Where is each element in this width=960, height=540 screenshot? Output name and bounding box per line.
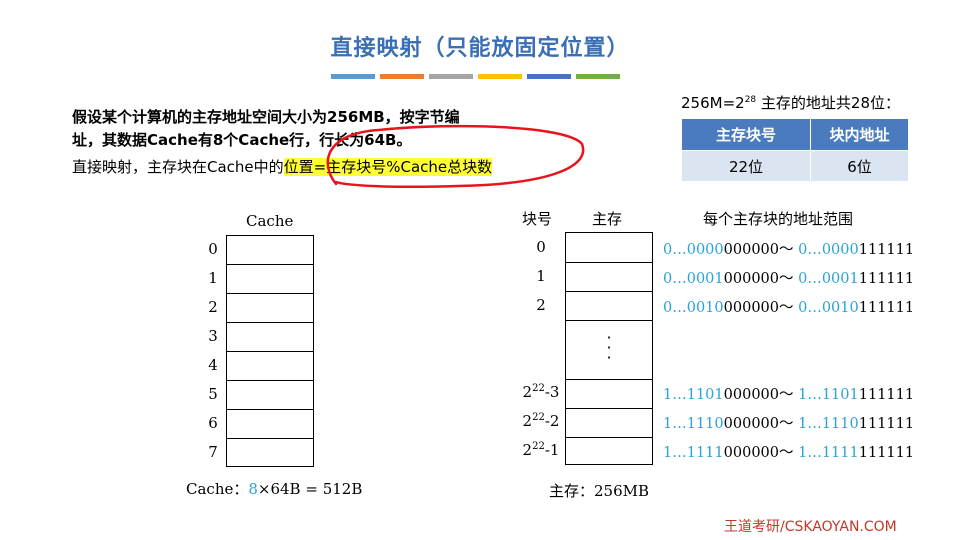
- block-number-base: 2: [536, 296, 546, 314]
- memory-block: [566, 263, 652, 292]
- range-start-tag: 0…0001: [663, 271, 724, 287]
- range-end-tag: 0…0001: [798, 271, 859, 287]
- cache-line-count: 8: [248, 480, 258, 498]
- range-start-tag: 0…0000: [663, 242, 724, 258]
- memory-block: [566, 409, 652, 438]
- mapping-rule-prefix: 直接映射，主存块在Cache中的: [72, 158, 284, 176]
- cache-line: [227, 323, 313, 352]
- range-end-offset: 111111: [858, 416, 915, 432]
- ellipsis-vertical: · · ·: [606, 328, 612, 367]
- memory-block: [566, 380, 652, 409]
- cache-row-number: 1: [208, 269, 218, 287]
- block-number-suffix: -1: [544, 441, 560, 459]
- block-number-exp: 22: [532, 383, 545, 394]
- cache-caption-prefix: Cache：: [186, 480, 249, 498]
- block-number-base: 0: [536, 238, 546, 256]
- memory-block: [566, 292, 652, 321]
- block-number: 2: [513, 296, 569, 314]
- range-end-tag: 0…0010: [798, 300, 859, 316]
- range-start-offset: 000000～: [723, 242, 799, 258]
- address-range: 0…0001000000～ 0…0001111111: [663, 267, 914, 288]
- range-end-offset: 111111: [858, 271, 915, 287]
- address-split-table: 主存块号 块内地址 22位 6位: [681, 118, 909, 182]
- cache-row-number: 3: [208, 327, 218, 345]
- cache-line: [227, 352, 313, 381]
- block-number-suffix: -2: [544, 412, 560, 430]
- block-number-bits: 22位: [681, 150, 811, 182]
- range-start-offset: 000000～: [723, 387, 799, 403]
- cache-line: [227, 294, 313, 323]
- range-start-tag: 1…1101: [663, 387, 724, 403]
- block-number-base: 2: [522, 383, 533, 401]
- memory-size-caption: 主存：256MB: [549, 482, 650, 500]
- range-end-offset: 111111: [858, 242, 915, 258]
- block-offset-bits: 6位: [810, 150, 909, 182]
- underline-segment-6: [576, 74, 620, 79]
- range-end-offset: 111111: [858, 300, 915, 316]
- cache-line: [227, 236, 313, 265]
- range-start-tag: 0…0010: [663, 300, 724, 316]
- cache-row-number: 6: [208, 414, 218, 432]
- address-bits-header: 256M=228 主存的地址共28位：: [681, 92, 900, 113]
- block-number-base: 2: [522, 441, 533, 459]
- cache-line: [227, 381, 313, 410]
- page-title: 直接映射（只能放固定位置）: [330, 36, 630, 61]
- block-number: 1: [513, 267, 569, 285]
- range-end-tag: 1…1101: [798, 387, 859, 403]
- address-range: 1…1111000000～ 1…1111111111: [663, 441, 914, 462]
- cache-caption-suffix: ×64B = 512B: [257, 480, 363, 498]
- range-start-tag: 1…1111: [663, 445, 724, 461]
- block-number: 0: [513, 238, 569, 256]
- red-circle-annotation: [326, 124, 585, 189]
- cache-label: Cache: [246, 212, 294, 230]
- range-start-tag: 1…1110: [663, 416, 724, 432]
- cache-row-number: 0: [208, 240, 218, 258]
- range-end-tag: 0…0000: [798, 242, 859, 258]
- block-number-exp: 22: [532, 441, 545, 452]
- block-number-base: 2: [522, 412, 533, 430]
- col-block-number: 主存块号: [681, 118, 811, 151]
- cache-diagram: [226, 235, 314, 467]
- cache-line: [227, 265, 313, 294]
- range-start-offset: 000000～: [723, 445, 799, 461]
- address-range: 0…0010000000～ 0…0010111111: [663, 296, 914, 317]
- cache-row-number: 5: [208, 385, 218, 403]
- brand-watermark: 王道考研/CSKAOYAN.COM: [724, 519, 897, 535]
- range-start-offset: 000000～: [723, 300, 799, 316]
- block-number-suffix: -3: [544, 383, 560, 401]
- cache-row-number: 2: [208, 298, 218, 316]
- header-block-number: 块号: [522, 210, 553, 228]
- range-end-offset: 111111: [858, 387, 915, 403]
- underline-segment-4: [478, 74, 522, 79]
- block-number: 222-3: [513, 383, 569, 401]
- cache-line: [227, 410, 313, 439]
- address-range: 1…1101000000～ 1…1101111111: [663, 383, 914, 404]
- address-header-suffix: 主存的地址共28位：: [756, 94, 900, 112]
- underline-segment-3: [429, 74, 473, 79]
- range-end-tag: 1…1110: [798, 416, 859, 432]
- header-main-memory: 主存: [592, 210, 623, 228]
- range-end-tag: 1…1111: [798, 445, 859, 461]
- range-start-offset: 000000～: [723, 271, 799, 287]
- range-start-offset: 000000～: [723, 416, 799, 432]
- memory-block: [566, 233, 652, 263]
- cache-row-number: 7: [208, 443, 218, 461]
- address-range: 1…1110000000～ 1…1110111111: [663, 412, 914, 433]
- underline-segment-1: [331, 74, 375, 79]
- col-block-offset: 块内地址: [810, 118, 909, 151]
- underline-segment-2: [380, 74, 424, 79]
- address-range: 0…0000000000～ 0…0000111111: [663, 238, 914, 259]
- block-number-exp: 22: [532, 412, 545, 423]
- block-number: 222-1: [513, 441, 569, 459]
- block-number-base: 1: [536, 267, 546, 285]
- range-end-offset: 111111: [858, 445, 915, 461]
- cache-size-caption: Cache：8×64B = 512B: [186, 478, 362, 499]
- header-address-range: 每个主存块的地址范围: [703, 210, 854, 228]
- address-header-base: 256M=2: [681, 94, 745, 112]
- cache-row-number: 4: [208, 356, 218, 374]
- underline-segment-5: [527, 74, 571, 79]
- address-header-exp: 28: [744, 95, 757, 105]
- block-number: 222-2: [513, 412, 569, 430]
